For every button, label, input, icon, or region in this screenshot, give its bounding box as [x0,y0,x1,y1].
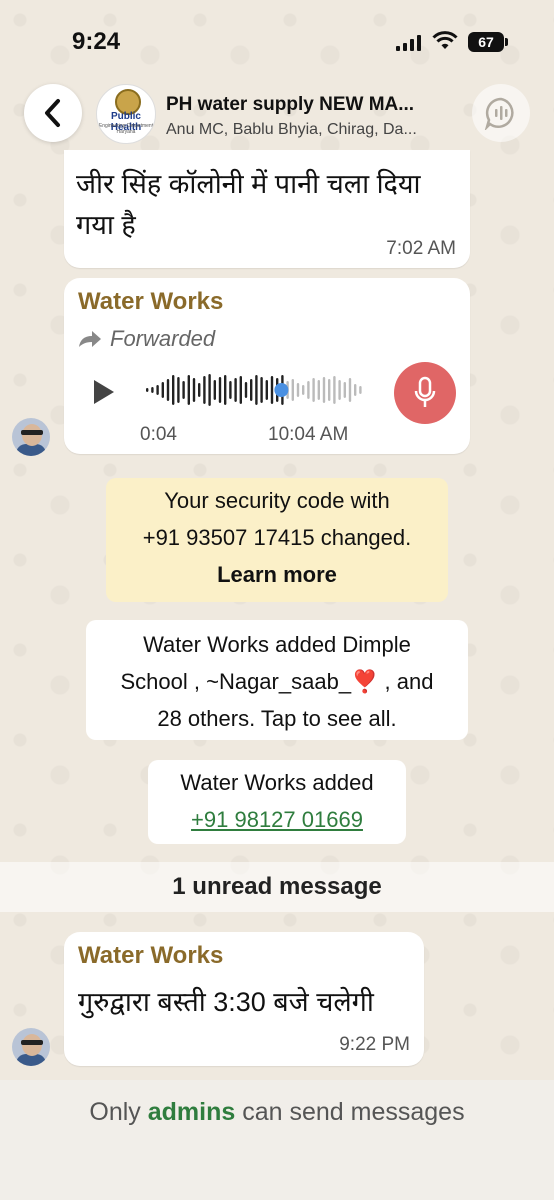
waveform-bar [338,380,341,400]
waveform-bar [198,383,201,397]
notice-line: School , ~Nagar_saab_❣️ , and [120,669,434,694]
waveform-bar [239,376,242,404]
waveform-bar [250,379,253,401]
waveform-bar [244,382,248,398]
admins-link[interactable]: admins [148,1098,236,1126]
back-button[interactable] [24,84,82,142]
learn-more-link[interactable]: Learn more [106,556,448,593]
waveform-icon [484,97,514,130]
waveform-bar [291,379,294,401]
message-time: 7:02 AM [386,238,456,259]
security-notice[interactable]: Your security code with +91 93507 17415 … [106,478,448,602]
sender-name: Water Works [78,288,224,315]
waveform-bar [296,383,300,397]
message-bubble[interactable]: Water Works गुरुद्वारा बस्ती 3:30 बजे चल… [64,932,424,1066]
waveform-bar [317,380,320,400]
group-members: Anu MC, Bablu Bhyia, Chirag, Da... [166,121,417,138]
message-bubble[interactable]: जीर सिंह कॉलोनी में पानी चला दिया गया है… [64,150,470,268]
chevron-left-icon [45,99,60,127]
admins-only-notice: Only admins can send messages [0,1098,554,1127]
waveform-bar [348,378,352,402]
wifi-icon [432,31,458,49]
avatar-subtext: Engineering Department Haryana [98,123,154,135]
avatar[interactable] [12,418,50,456]
waveform-bar [146,388,149,392]
footer-suffix: can send messages [242,1098,465,1126]
microphone-button[interactable] [394,362,456,424]
forwarded-label: Forwarded [78,326,215,352]
system-notice: Water Works added +91 98127 01669 [148,760,406,844]
message-text: जीर सिंह कॉलोनी में पानी चला दिया गया है [76,169,421,240]
system-notice[interactable]: Water Works added Dimple School , ~Nagar… [86,620,468,740]
battery-indicator: 67 [468,32,508,52]
notice-line: Water Works added Dimple [143,632,411,657]
waveform-bar [328,379,331,401]
forwarded-text: Forwarded [110,326,216,351]
waveform-bar [218,377,222,403]
group-avatar: Public Health Engineering Department Har… [96,84,156,144]
voice-chat-button[interactable] [472,84,530,142]
status-bar: 9:24 67 [0,0,554,80]
waveform-bar [260,377,263,403]
voice-duration: 0:04 [140,424,177,445]
waveform-bar [187,375,190,405]
waveform-bar [166,379,170,401]
microphone-icon [414,376,436,407]
waveform-bar [172,375,175,405]
unread-banner: 1 unread message [0,862,554,912]
waveform-bar [156,385,159,395]
group-info[interactable]: Public Health Engineering Department Har… [92,84,462,144]
waveform-bar [307,381,310,399]
security-line: +91 93507 17415 changed. [142,525,412,550]
waveform-bar [208,374,211,406]
playback-scrubber[interactable] [274,383,289,397]
message-time: 9:22 PM [339,1034,410,1055]
notice-line: 28 others. Tap to see all. [157,706,397,731]
phone-link[interactable]: +91 98127 01669 [148,801,406,838]
voice-message-bubble[interactable]: Water Works Forwarded 0:04 10:04 AM [64,278,470,454]
voice-waveform[interactable] [144,372,364,408]
waveform-bar [192,378,196,402]
message-text: गुरुद्वारा बस्ती 3:30 बजे चलेगी [78,987,374,1017]
forward-arrow-icon [79,331,101,347]
waveform-bar [177,377,180,403]
waveform-bar [359,386,362,394]
message-time: 10:04 AM [268,424,349,445]
waveform-bar [203,376,206,404]
group-title: PH water supply NEW MA... [166,94,415,115]
waveform-bar [224,375,227,405]
waveform-bar [343,382,346,398]
waveform-bar [333,376,336,404]
waveform-bar [182,381,185,399]
waveform-bar [229,381,232,399]
waveform-bar [151,387,154,393]
waveform-bar [234,378,237,402]
waveform-bar [354,384,357,396]
footer-prefix: Only [89,1098,141,1126]
sender-name: Water Works [78,942,224,969]
waveform-bar [161,382,164,398]
waveform-bar [312,378,315,402]
notice-line: Water Works added [180,770,374,795]
waveform-bar [322,377,326,403]
security-line: Your security code with [164,488,390,513]
waveform-bar [213,380,216,400]
play-icon[interactable] [94,380,114,404]
waveform-bar [270,376,274,404]
footer: Only admins can send messages [0,1080,554,1200]
waveform-bar [265,380,268,400]
chat-header: Public Health Engineering Department Har… [0,80,554,158]
waveform-bar [302,385,305,395]
avatar[interactable] [12,1028,50,1066]
signal-icon [396,35,421,51]
status-time: 9:24 [72,28,121,55]
waveform-bar [255,375,258,405]
